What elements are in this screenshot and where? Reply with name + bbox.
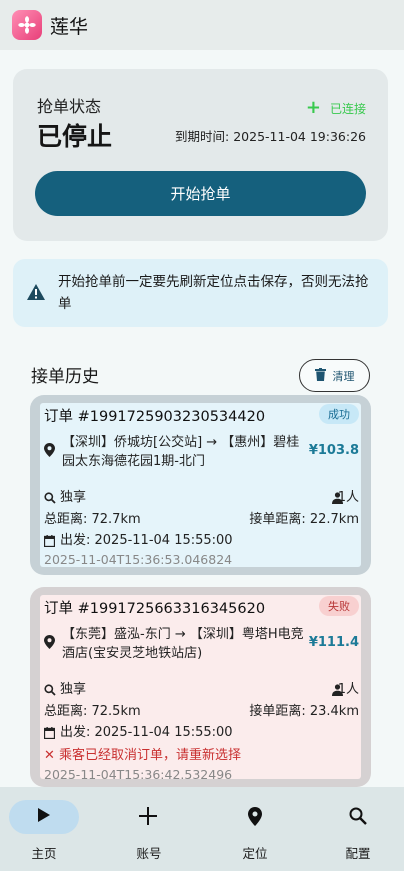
history-title: 接单历史 — [31, 367, 99, 387]
pickup-distance: 接单距离: 22.7km — [249, 512, 359, 527]
depart-time: 出发: 2025-11-04 15:55:00 — [60, 533, 233, 548]
cancel-reason: ✕ 乘客已经取消订单，请重新选择 — [44, 748, 242, 763]
order-price: ¥103.8 — [308, 443, 359, 458]
order-id: 订单 #1991725663316345620 — [44, 601, 266, 617]
expire-time: 到期时间: 2025-11-04 19:36:26 — [175, 129, 366, 144]
clear-button[interactable]: 清理 — [299, 359, 370, 392]
order-people: 1人 — [337, 490, 359, 505]
trash-icon — [314, 367, 326, 384]
search-icon — [307, 807, 404, 825]
order-people: 1人 — [337, 682, 359, 697]
status-label: 抢单状态 — [37, 97, 102, 116]
total-distance: 总距离: 72.5km — [44, 704, 141, 719]
status-card: 抢单状态 已停止 + 已连接 到期时间: 2025-11-04 19:36:26… — [13, 69, 388, 241]
nav-label: 配置 — [345, 846, 371, 861]
app-title: 莲华 — [50, 15, 89, 38]
title-bar: 莲华 — [0, 0, 404, 50]
lotus-icon — [12, 10, 42, 40]
location-pin-icon — [44, 634, 55, 653]
order-mode: 独享 — [60, 682, 87, 697]
plus-icon — [97, 807, 198, 825]
nav-label: 账号 — [136, 846, 162, 861]
order-card[interactable]: 订单 #1991725663316345620 失败 【东莞】盛泓-东门 → 【… — [30, 587, 371, 787]
depart-time: 出发: 2025-11-04 15:55:00 — [60, 725, 233, 740]
order-price: ¥111.4 — [308, 635, 359, 650]
order-route: 【东莞】盛泓-东门 → 【深圳】粤塔H电竞酒店(宝安灵芝地铁站店) — [62, 627, 304, 661]
search-icon — [44, 681, 56, 700]
bottom-nav: 主页 账号 定位 配置 — [0, 787, 404, 871]
location-pin-icon — [44, 442, 55, 461]
nav-item-home[interactable]: 主页 — [0, 787, 101, 871]
connection-label: 已连接 — [329, 101, 366, 116]
nav-label: 主页 — [31, 846, 57, 861]
order-id: 订单 #1991725903230534420 — [44, 409, 266, 425]
nav-item-account[interactable]: 账号 — [101, 787, 202, 871]
clear-label: 清理 — [332, 369, 355, 383]
plus-icon: + — [305, 97, 321, 118]
search-icon — [44, 489, 56, 508]
nav-item-location[interactable]: 定位 — [202, 787, 303, 871]
calendar-icon — [43, 532, 56, 551]
play-icon — [0, 807, 88, 823]
connection-status: + 已连接 — [306, 99, 366, 117]
calendar-icon — [43, 724, 56, 743]
status-value: 已停止 — [37, 122, 113, 151]
nav-item-config[interactable]: 配置 — [303, 787, 404, 871]
total-distance: 总距离: 72.7km — [44, 512, 141, 527]
status-badge: 失败 — [319, 596, 359, 616]
nav-label: 定位 — [242, 846, 268, 861]
warning-icon — [26, 283, 46, 305]
start-grab-button[interactable]: 开始抢单 — [35, 171, 366, 216]
order-timestamp: 2025-11-04T15:36:42.532496 — [44, 767, 233, 782]
warning-box: 开始抢单前一定要先刷新定位点击保存，否则无法抢单 — [13, 259, 388, 327]
order-card[interactable]: 订单 #1991725903230534420 成功 【深圳】侨城坊[公交站] … — [30, 395, 371, 575]
order-mode: 独享 — [60, 490, 87, 505]
order-route: 【深圳】侨城坊[公交站] → 【惠州】碧桂园太东海德花园1期-北门 — [62, 435, 300, 469]
location-pin-icon — [204, 807, 305, 826]
warning-text: 开始抢单前一定要先刷新定位点击保存，否则无法抢单 — [58, 274, 369, 312]
pickup-distance: 接单距离: 23.4km — [249, 704, 359, 719]
status-badge: 成功 — [319, 404, 359, 424]
order-timestamp: 2025-11-04T15:36:53.046824 — [44, 552, 233, 567]
